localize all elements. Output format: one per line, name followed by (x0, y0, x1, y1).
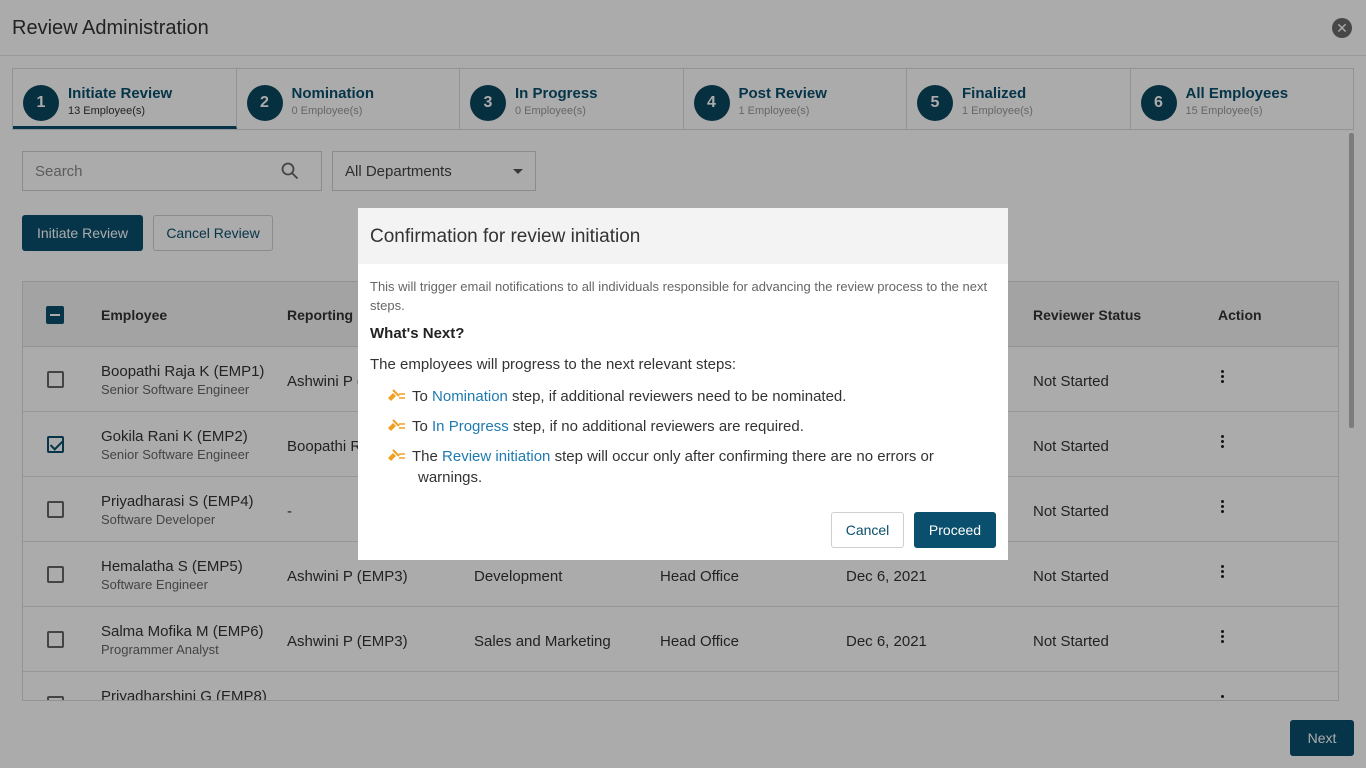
bullet-pre: To (412, 418, 433, 435)
pin-icon (388, 419, 405, 431)
dialog-intro: The employees will progress to the next … (370, 356, 737, 373)
whats-next-heading: What's Next? (370, 325, 465, 342)
bullet-post: step, if no additional reviewers are req… (508, 418, 804, 435)
pin-icon (388, 449, 405, 461)
confirmation-dialog: Confirmation for review initiation This … (358, 208, 1008, 560)
bullet-pre: The (412, 448, 443, 465)
dialog-title: Confirmation for review initiation (370, 226, 641, 247)
dialog-header: Confirmation for review initiation (358, 208, 1008, 264)
bullet-pre: To (412, 388, 433, 405)
cancel-button[interactable]: Cancel (831, 512, 904, 548)
pin-icon (388, 389, 405, 401)
nomination-link[interactable]: Nomination (432, 388, 508, 405)
bullet-in-progress: To In Progress step, if no additional re… (386, 416, 804, 437)
proceed-button[interactable]: Proceed (914, 512, 996, 548)
dialog-description: This will trigger email notifications to… (370, 279, 988, 313)
in-progress-link[interactable]: In Progress (432, 418, 509, 435)
bullet-post: step, if additional reviewers need to be… (507, 388, 847, 405)
bullet-review-initiation: The Review initiation step will occur on… (386, 446, 986, 488)
review-initiation-link[interactable]: Review initiation (442, 448, 550, 465)
bullet-nomination: To Nomination step, if additional review… (386, 386, 846, 407)
